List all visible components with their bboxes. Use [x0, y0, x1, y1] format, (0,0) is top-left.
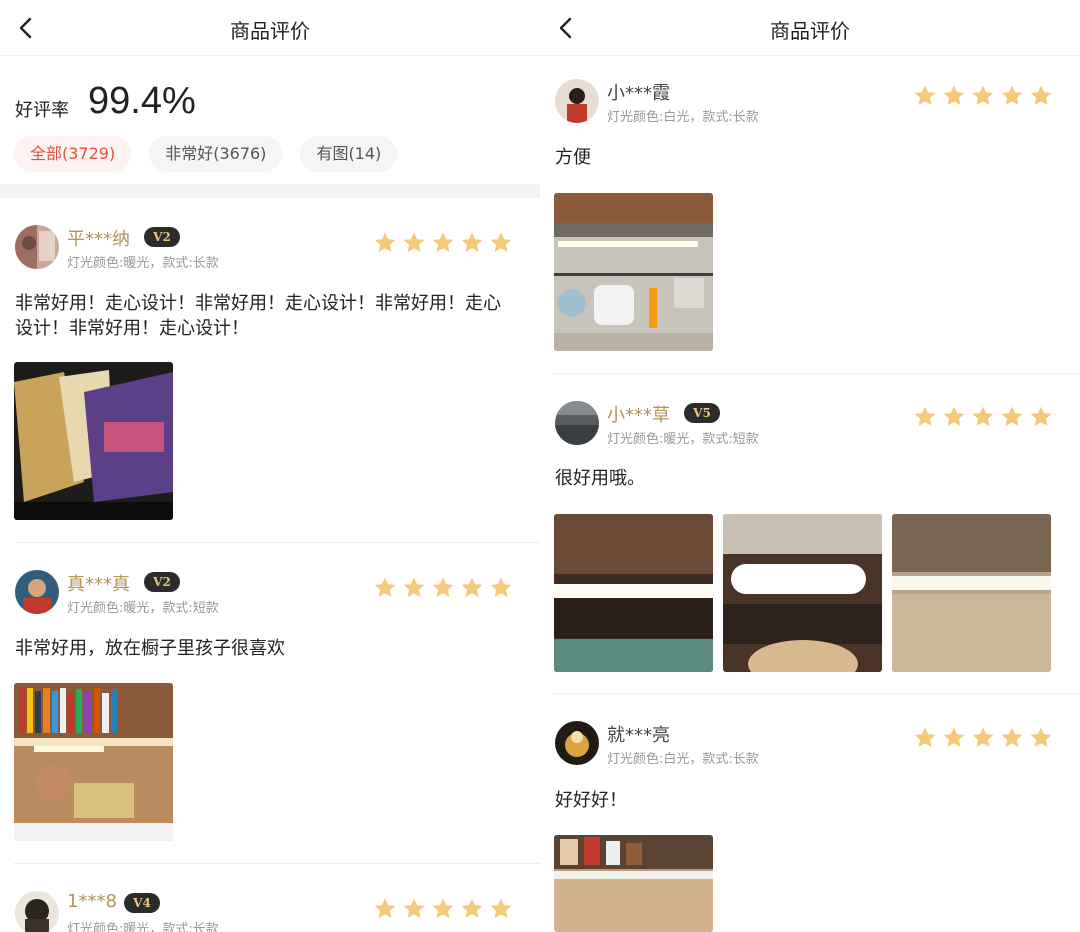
- star-icon: [374, 898, 396, 918]
- review-item: 1***8 V4 灯光颜色:暖光，款式:长款: [0, 864, 540, 932]
- star-icon: [972, 406, 994, 426]
- purchase-spec: 灯光颜色:暖光，款式:短款: [67, 601, 219, 616]
- star-icon: [490, 898, 512, 918]
- review-text: 非常好用！走心设计！非常好用！走心设计！非常好用！走心 设计！非常好用！走心设计…: [15, 291, 515, 341]
- vip-level-badge: V2: [144, 572, 180, 592]
- avatar[interactable]: [555, 79, 599, 123]
- good-rate-label: 好评率: [15, 100, 69, 121]
- reviewer-name: 就***亮: [607, 725, 670, 746]
- review-item: 真***真 V2 灯光颜色:暖光，款式:短款 非常好用，放在橱子里孩子很喜欢: [0, 543, 540, 864]
- filter-with-photos[interactable]: 有图(14): [300, 136, 398, 172]
- review-text: 很好用哦。: [555, 466, 1055, 491]
- star-icon: [1001, 85, 1023, 105]
- rating-stars: [373, 897, 513, 921]
- reviewer-name: 真***真: [67, 574, 130, 595]
- star-icon: [403, 232, 425, 252]
- review-text-line: 非常好用，放在橱子里孩子很喜欢: [15, 638, 285, 659]
- right-review-screen: 商品评价 小***霞 灯光颜色:白光，款式:长款 方便 小***草 V5 灯光颜…: [540, 0, 1080, 932]
- filter-all[interactable]: 全部(3729): [14, 136, 132, 172]
- review-text: 好好好！: [555, 788, 1055, 813]
- star-icon: [972, 727, 994, 747]
- nav-bar: 商品评价: [0, 0, 540, 56]
- star-icon: [403, 898, 425, 918]
- page-title: 商品评价: [230, 19, 310, 43]
- star-icon: [943, 85, 965, 105]
- star-icon: [490, 577, 512, 597]
- star-icon: [461, 232, 483, 252]
- rating-stars: [913, 726, 1053, 750]
- reviewer-name: 小***霞: [607, 83, 670, 104]
- rating-stars: [373, 231, 513, 255]
- star-icon: [914, 406, 936, 426]
- star-icon: [432, 577, 454, 597]
- review-text: 方便: [555, 145, 1055, 170]
- avatar[interactable]: [555, 401, 599, 445]
- star-icon: [432, 898, 454, 918]
- review-item: 小***霞 灯光颜色:白光，款式:长款 方便: [540, 56, 1080, 374]
- purchase-spec: 灯光颜色:暖光，款式:长款: [67, 922, 219, 932]
- vip-level-badge: V4: [124, 893, 160, 913]
- filter-tabs: 全部(3729) 非常好(3676) 有图(14): [14, 136, 398, 172]
- review-text-line: 非常好用！走心设计！非常好用！走心设计！非常好用！走心: [15, 293, 501, 314]
- review-photo[interactable]: [554, 835, 713, 932]
- review-text-line: 好好好！: [555, 790, 627, 811]
- review-text-line: 方便: [555, 147, 591, 168]
- filter-very-good[interactable]: 非常好(3676): [149, 136, 283, 172]
- left-review-screen: 商品评价 好评率 99.4% 全部(3729) 非常好(3676) 有图(14)…: [0, 0, 540, 932]
- star-icon: [1030, 727, 1052, 747]
- star-icon: [1030, 85, 1052, 105]
- star-icon: [374, 577, 396, 597]
- avatar[interactable]: [15, 891, 59, 932]
- reviewer-name: 1***8: [67, 891, 117, 912]
- section-gap: [0, 184, 540, 198]
- star-icon: [461, 577, 483, 597]
- purchase-spec: 灯光颜色:暖光，款式:短款: [607, 432, 759, 447]
- star-icon: [403, 577, 425, 597]
- star-icon: [914, 85, 936, 105]
- rating-stars: [913, 405, 1053, 429]
- review-photo[interactable]: [14, 362, 173, 520]
- star-icon: [943, 406, 965, 426]
- review-photo[interactable]: [14, 683, 173, 841]
- star-icon: [943, 727, 965, 747]
- star-icon: [914, 727, 936, 747]
- review-item: 平***纳 V2 灯光颜色:暖光，款式:长款 非常好用！走心设计！非常好用！走心…: [0, 198, 540, 543]
- rating-stars: [373, 576, 513, 600]
- vip-level-badge: V5: [684, 403, 720, 423]
- rating-stars: [913, 84, 1053, 108]
- review-photo[interactable]: [554, 193, 713, 351]
- review-text-line: 设计！非常好用！走心设计！: [15, 318, 249, 339]
- review-item: 就***亮 灯光颜色:白光，款式:长款 好好好！: [540, 694, 1080, 932]
- avatar[interactable]: [15, 570, 59, 614]
- star-icon: [432, 232, 454, 252]
- star-icon: [1001, 406, 1023, 426]
- star-icon: [374, 232, 396, 252]
- star-icon: [461, 898, 483, 918]
- review-text-line: 很好用哦。: [555, 468, 645, 489]
- review-photo[interactable]: [554, 514, 713, 672]
- reviewer-name: 小***草: [607, 405, 670, 426]
- reviewer-name: 平***纳: [67, 229, 130, 250]
- star-icon: [1001, 727, 1023, 747]
- review-photo[interactable]: [723, 514, 882, 672]
- nav-bar: 商品评价: [540, 0, 1080, 56]
- star-icon: [972, 85, 994, 105]
- purchase-spec: 灯光颜色:暖光，款式:长款: [67, 256, 219, 271]
- purchase-spec: 灯光颜色:白光，款式:长款: [607, 110, 759, 125]
- review-photo[interactable]: [892, 514, 1051, 672]
- purchase-spec: 灯光颜色:白光，款式:长款: [607, 752, 759, 767]
- avatar[interactable]: [15, 225, 59, 269]
- good-rate-value: 99.4%: [88, 80, 196, 122]
- vip-level-badge: V2: [144, 227, 180, 247]
- review-item: 小***草 V5 灯光颜色:暖光，款式:短款 很好用哦。: [540, 374, 1080, 694]
- page-title: 商品评价: [770, 19, 850, 43]
- avatar[interactable]: [555, 721, 599, 765]
- review-text: 非常好用，放在橱子里孩子很喜欢: [15, 636, 515, 661]
- star-icon: [1030, 406, 1052, 426]
- star-icon: [490, 232, 512, 252]
